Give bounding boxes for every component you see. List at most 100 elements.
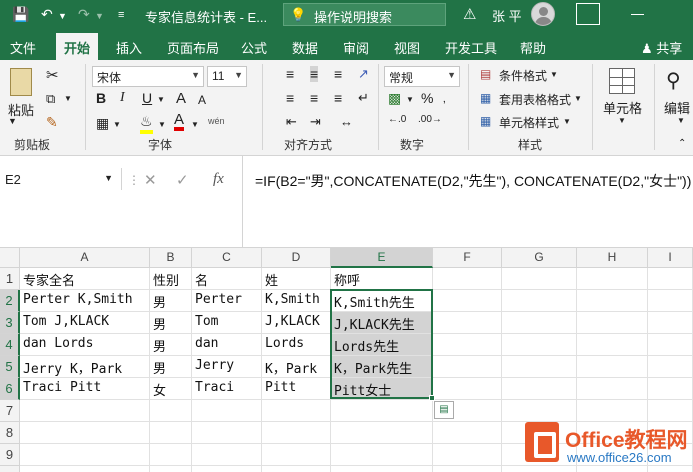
conditional-format-dropdown-icon[interactable]: ▼	[550, 70, 558, 79]
format-painter-icon[interactable]: ✎	[46, 114, 58, 131]
cell-styles-button[interactable]: 单元格样式	[499, 114, 559, 131]
cell-a8[interactable]	[20, 422, 150, 444]
row-header-4[interactable]: 4	[0, 334, 20, 356]
accounting-format-icon[interactable]: ▩	[388, 90, 401, 107]
cell-h1[interactable]	[577, 268, 648, 290]
cell-i2[interactable]	[648, 290, 693, 312]
cell-b10[interactable]	[150, 466, 192, 472]
align-center-icon[interactable]: ≡	[310, 90, 318, 106]
cell-a9[interactable]	[20, 444, 150, 466]
tab-view[interactable]: 视图	[394, 38, 420, 57]
row-header-2[interactable]: 2	[0, 290, 20, 312]
row-header-7[interactable]: 7	[0, 400, 20, 422]
cell-c5[interactable]: Jerry	[192, 356, 262, 378]
cell-g2[interactable]	[502, 290, 577, 312]
increase-decimal-icon[interactable]: ←.0	[388, 114, 406, 125]
underline-dropdown-icon[interactable]: ▼	[157, 95, 165, 104]
cell-g1[interactable]	[502, 268, 577, 290]
cell-h4[interactable]	[577, 334, 648, 356]
orientation-icon[interactable]: ↗	[358, 66, 369, 82]
cell-styles-dropdown-icon[interactable]: ▼	[563, 117, 571, 126]
cell-h5[interactable]	[577, 356, 648, 378]
cell-d1[interactable]: 姓	[262, 268, 331, 290]
cell-g4[interactable]	[502, 334, 577, 356]
cell-b8[interactable]	[150, 422, 192, 444]
cell-e4[interactable]: Lords先生	[331, 334, 433, 356]
cell-a5[interactable]: Jerry K，Park	[20, 356, 150, 378]
column-header-a[interactable]: A	[20, 248, 150, 268]
tab-developer[interactable]: 开发工具	[445, 38, 497, 57]
tab-review[interactable]: 审阅	[343, 38, 369, 57]
tab-data[interactable]: 数据	[292, 38, 318, 57]
cell-i5[interactable]	[648, 356, 693, 378]
tab-insert[interactable]: 插入	[116, 38, 142, 57]
fill-dropdown-icon[interactable]: ▼	[158, 120, 166, 129]
column-header-i[interactable]: I	[648, 248, 693, 268]
tab-file[interactable]: 文件	[10, 38, 36, 57]
cell-d4[interactable]: Lords	[262, 334, 331, 356]
cell-i1[interactable]	[648, 268, 693, 290]
cell-b2[interactable]: 男	[150, 290, 192, 312]
cell-b9[interactable]	[150, 444, 192, 466]
quick-analysis-icon[interactable]: ▤	[434, 401, 454, 419]
cell-f5[interactable]	[433, 356, 502, 378]
cell-a3[interactable]: Tom J,KLACK	[20, 312, 150, 334]
customize-toolbar-icon[interactable]: ≡	[118, 9, 124, 21]
cell-i6[interactable]	[648, 378, 693, 400]
cell-b4[interactable]: 男	[150, 334, 192, 356]
row-header-10[interactable]: 10	[0, 466, 20, 472]
cell-i4[interactable]	[648, 334, 693, 356]
cell-h3[interactable]	[577, 312, 648, 334]
accounting-dropdown-icon[interactable]: ▼	[406, 95, 414, 104]
grow-font-button[interactable]: A	[176, 90, 186, 107]
cell-b3[interactable]: 男	[150, 312, 192, 334]
row-header-1[interactable]: 1	[0, 268, 20, 290]
copy-icon[interactable]: ⧉	[46, 91, 55, 107]
cell-a10[interactable]	[20, 466, 150, 472]
underline-button[interactable]: U	[142, 90, 152, 106]
cancel-icon[interactable]: ✕	[144, 171, 157, 189]
formula-input[interactable]: =IF(B2="男",CONCATENATE(D2,"先生"), CONCATE…	[242, 156, 693, 248]
font-name-select[interactable]: 宋体 ▼	[92, 66, 204, 87]
enter-icon[interactable]: ✓	[176, 171, 189, 189]
format-as-table-button[interactable]: 套用表格格式	[499, 91, 571, 108]
cell-b7[interactable]	[150, 400, 192, 422]
column-header-b[interactable]: B	[150, 248, 192, 268]
bold-button[interactable]: B	[96, 90, 106, 106]
more-options-icon[interactable]: ⋮	[128, 173, 140, 187]
cell-a7[interactable]	[20, 400, 150, 422]
cell-d7[interactable]	[262, 400, 331, 422]
decrease-indent-icon[interactable]: ⇤	[286, 114, 297, 130]
align-right-icon[interactable]: ≡	[334, 90, 342, 106]
row-header-8[interactable]: 8	[0, 422, 20, 444]
cell-i3[interactable]	[648, 312, 693, 334]
redo-dropdown-icon[interactable]: ▼	[95, 11, 104, 21]
cell-d2[interactable]: K,Smith	[262, 290, 331, 312]
cell-e3[interactable]: J,KLACK先生	[331, 312, 433, 334]
cell-b1[interactable]: 性别	[150, 268, 192, 290]
cell-e8[interactable]	[331, 422, 433, 444]
paste-icon[interactable]	[10, 68, 32, 96]
row-header-9[interactable]: 9	[0, 444, 20, 466]
border-dropdown-icon[interactable]: ▼	[113, 120, 121, 129]
tell-me-search[interactable]: 💡 操作说明搜索	[283, 3, 446, 26]
search-icon[interactable]: ⚲	[666, 68, 681, 93]
font-color-dropdown-icon[interactable]: ▼	[191, 120, 199, 129]
conditional-format-button[interactable]: 条件格式	[499, 67, 547, 84]
font-size-select[interactable]: 11 ▼	[207, 66, 247, 87]
undo-dropdown-icon[interactable]: ▼	[58, 11, 67, 21]
user-name[interactable]: 张 平	[492, 6, 522, 25]
percent-button[interactable]: %	[421, 90, 433, 106]
wrap-text-icon[interactable]: ↵	[358, 90, 369, 106]
cell-f9[interactable]	[433, 444, 502, 466]
fill-color-icon[interactable]: ♨	[140, 113, 153, 134]
cell-h6[interactable]	[577, 378, 648, 400]
cell-c6[interactable]: Traci	[192, 378, 262, 400]
cell-f8[interactable]	[433, 422, 502, 444]
align-middle-icon[interactable]: ≡	[310, 66, 319, 82]
decrease-decimal-icon[interactable]: .00→	[418, 114, 442, 125]
cell-c9[interactable]	[192, 444, 262, 466]
row-header-3[interactable]: 3	[0, 312, 20, 334]
cell-a1[interactable]: 专家全名	[20, 268, 150, 290]
cell-c8[interactable]	[192, 422, 262, 444]
